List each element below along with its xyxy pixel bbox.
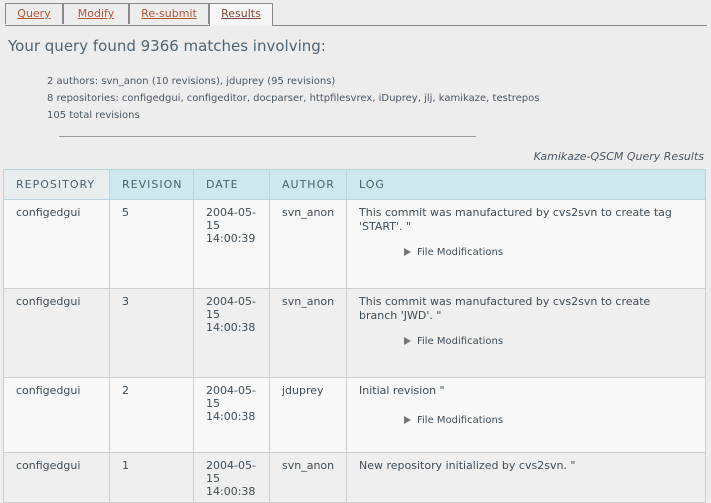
cell-date: 2004-05-15 14:00:38 <box>193 377 270 453</box>
cell-author: svn_anon <box>269 199 347 289</box>
page-title: Your query found 9366 matches involving: <box>8 37 326 55</box>
cell-revision: 2 <box>109 377 194 453</box>
cell-date-time: 14:00:38 <box>206 321 256 334</box>
cell-revision: 3 <box>109 288 194 378</box>
log-message: This commit was manufactured by cvs2svn … <box>359 206 672 233</box>
repositories-summary: 8 repositories: configedgui, configedito… <box>47 93 540 104</box>
divider <box>59 136 476 137</box>
table-row: configedgui 1 2004-05-15 14:00:38 svn_ano… <box>3 452 706 503</box>
cell-revision: 1 <box>109 452 194 503</box>
tab-modify-link[interactable]: Modify <box>78 7 114 20</box>
file-modifications-label: File Modifications <box>417 336 504 347</box>
tab-results-link[interactable]: Results <box>221 7 261 20</box>
cell-date-day: 2004-05-15 <box>206 206 256 232</box>
cell-revision: 5 <box>109 199 194 289</box>
cell-date-day: 2004-05-15 <box>206 459 256 485</box>
cell-log: This commit was manufactured by cvs2svn … <box>346 199 706 289</box>
column-header-repository[interactable]: REPOSITORY <box>3 169 110 200</box>
table-row: configedgui 5 2004-05-15 14:00:39 svn_ano… <box>3 199 706 289</box>
cell-date-time: 14:00:38 <box>206 485 256 498</box>
cell-log: Initial revision " File Modifications <box>346 377 706 453</box>
column-header-revision[interactable]: REVISION <box>109 169 194 200</box>
cell-repository: configedgui <box>3 199 110 289</box>
tab-bar: Query Modify Re-submit Results <box>5 3 707 26</box>
results-caption: Kamikaze-QSCM Query Results <box>533 150 704 163</box>
triangle-right-icon <box>404 248 411 256</box>
column-header-log[interactable]: LOG <box>346 169 706 200</box>
cell-date-time: 14:00:39 <box>206 232 256 245</box>
triangle-right-icon <box>404 337 411 345</box>
results-table: REPOSITORY REVISION DATE AUTHOR LOG conf… <box>3 169 706 503</box>
cell-date: 2004-05-15 14:00:39 <box>193 199 270 289</box>
cell-author: svn_anon <box>269 288 347 378</box>
cell-repository: configedgui <box>3 377 110 453</box>
total-revisions-summary: 105 total revisions <box>47 110 140 121</box>
cell-log: This commit was manufactured by cvs2svn … <box>346 288 706 378</box>
cell-date-day: 2004-05-15 <box>206 295 256 321</box>
log-message: This commit was manufactured by cvs2svn … <box>359 295 651 322</box>
cell-log: New repository initialized by cvs2svn. " <box>346 452 706 503</box>
tab-resubmit[interactable]: Re-submit <box>129 3 209 24</box>
tab-modify[interactable]: Modify <box>63 3 129 24</box>
cell-repository: configedgui <box>3 288 110 378</box>
query-summary: 2 authors: svn_anon (10 revisions), jdup… <box>47 73 539 124</box>
table-row: configedgui 3 2004-05-15 14:00:38 svn_ano… <box>3 288 706 378</box>
cell-author: svn_anon <box>269 452 347 503</box>
table-row: configedgui 2 2004-05-15 14:00:38 jduprey… <box>3 377 706 453</box>
tab-query-link[interactable]: Query <box>17 7 50 20</box>
triangle-right-icon <box>404 416 411 424</box>
tab-results[interactable]: Results <box>209 3 273 26</box>
table-header-row: REPOSITORY REVISION DATE AUTHOR LOG <box>3 169 706 200</box>
tab-resubmit-link[interactable]: Re-submit <box>141 7 197 20</box>
log-message: Initial revision " <box>359 384 445 397</box>
authors-summary: 2 authors: svn_anon (10 revisions), jdup… <box>47 76 336 87</box>
cell-repository: configedgui <box>3 452 110 503</box>
column-header-author[interactable]: AUTHOR <box>269 169 347 200</box>
cell-author: jduprey <box>269 377 347 453</box>
cell-date-time: 14:00:38 <box>206 410 256 423</box>
file-modifications-toggle[interactable]: File Modifications <box>404 247 705 258</box>
file-modifications-label: File Modifications <box>417 415 504 426</box>
cell-date-day: 2004-05-15 <box>206 384 256 410</box>
column-header-date[interactable]: DATE <box>193 169 270 200</box>
file-modifications-toggle[interactable]: File Modifications <box>404 336 705 347</box>
tab-query[interactable]: Query <box>5 3 63 24</box>
cell-date: 2004-05-15 14:00:38 <box>193 452 270 503</box>
file-modifications-label: File Modifications <box>417 247 504 258</box>
log-message: New repository initialized by cvs2svn. " <box>359 459 576 472</box>
file-modifications-toggle[interactable]: File Modifications <box>404 415 705 426</box>
cell-date: 2004-05-15 14:00:38 <box>193 288 270 378</box>
